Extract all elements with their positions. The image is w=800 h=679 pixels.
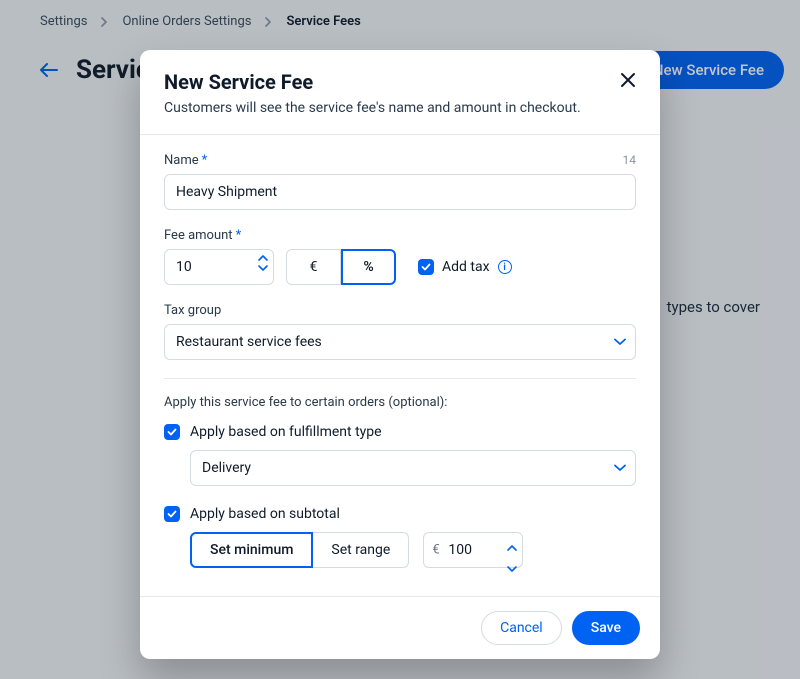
amount-unit-toggle: € % xyxy=(286,249,396,285)
apply-section-label: Apply this service fee to certain orders… xyxy=(164,395,636,410)
min-currency-symbol: € xyxy=(432,543,439,558)
subtotal-mode-segment: Set minimum Set range xyxy=(190,532,409,568)
modal-overlay: New Service Fee Customers will see the s… xyxy=(0,0,800,679)
cancel-button[interactable]: Cancel xyxy=(481,611,562,645)
add-tax-label: Add tax xyxy=(442,259,490,275)
info-icon[interactable]: i xyxy=(498,260,512,274)
new-service-fee-modal: New Service Fee Customers will see the s… xyxy=(140,50,660,659)
save-button[interactable]: Save xyxy=(572,611,640,645)
modal-title: New Service Fee xyxy=(164,70,636,94)
modal-subtitle: Customers will see the service fee's nam… xyxy=(164,100,636,116)
subtotal-checkbox[interactable] xyxy=(164,506,180,522)
name-label: Name* xyxy=(164,153,207,168)
percent-unit-button[interactable]: % xyxy=(341,249,396,285)
divider xyxy=(164,378,636,379)
fulfillment-select[interactable]: Delivery xyxy=(190,450,636,486)
currency-unit-button[interactable]: € xyxy=(286,249,341,285)
stepper-down-icon[interactable] xyxy=(507,558,517,577)
stepper-down-icon[interactable] xyxy=(258,264,268,272)
fulfillment-checkbox[interactable] xyxy=(164,424,180,440)
tax-group-label: Tax group xyxy=(164,303,221,318)
fulfillment-label: Apply based on fulfillment type xyxy=(190,424,382,440)
close-icon[interactable] xyxy=(616,68,640,92)
tax-group-select[interactable]: Restaurant service fees xyxy=(164,324,636,360)
fee-amount-label: Fee amount* xyxy=(164,228,241,243)
add-tax-checkbox[interactable] xyxy=(418,259,434,275)
name-input[interactable] xyxy=(164,174,636,210)
set-minimum-button[interactable]: Set minimum xyxy=(190,532,313,568)
name-char-count: 14 xyxy=(623,153,637,167)
set-range-button[interactable]: Set range xyxy=(313,532,409,568)
subtotal-label: Apply based on subtotal xyxy=(190,506,340,522)
stepper-up-icon[interactable] xyxy=(507,537,517,556)
stepper-up-icon[interactable] xyxy=(258,254,268,262)
